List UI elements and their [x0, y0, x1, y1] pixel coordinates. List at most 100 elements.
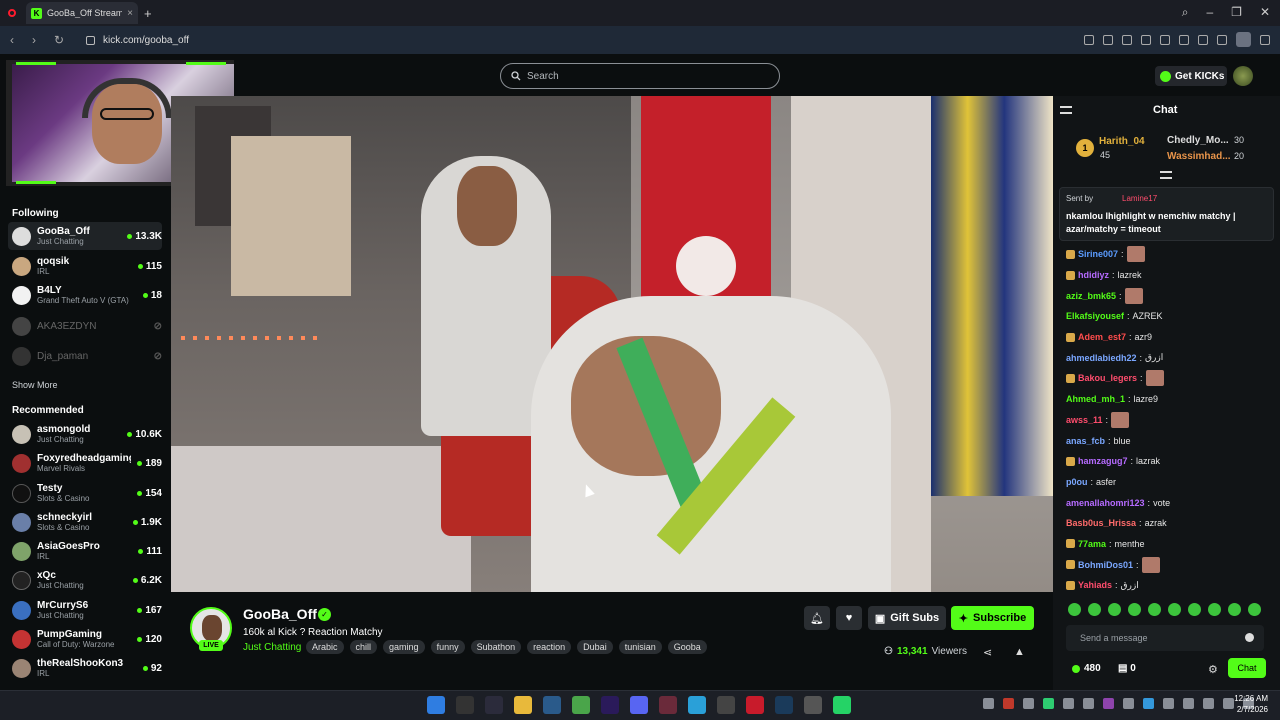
app-icon[interactable] — [543, 696, 561, 714]
sidebar-item-qoqsik[interactable]: qoqsik IRL 115 — [8, 252, 162, 280]
report-icon[interactable]: ▲ — [1014, 646, 1025, 658]
channel-points[interactable]: 480 — [1072, 663, 1101, 674]
steam-icon[interactable] — [775, 696, 793, 714]
emote-icon[interactable] — [1108, 603, 1121, 616]
file-explorer-icon[interactable] — [514, 696, 532, 714]
tray-icon[interactable] — [1103, 698, 1114, 709]
tag[interactable]: tunisian — [618, 640, 662, 654]
menu-icon[interactable] — [1217, 34, 1227, 45]
tag[interactable]: gaming — [383, 640, 425, 654]
chat-username[interactable]: hamzagug7 — [1078, 456, 1128, 466]
tray-icon[interactable] — [983, 698, 994, 709]
emote-icon[interactable] — [1088, 603, 1101, 616]
expand-leaderboard-icon[interactable] — [1160, 171, 1172, 179]
tray-icon[interactable] — [1083, 698, 1094, 709]
sidebar-item-mrcurrys6[interactable]: MrCurryS6 Just Chatting 167 — [8, 596, 162, 624]
chat-username[interactable]: Bakou_legers — [1078, 373, 1137, 383]
chat-username[interactable]: aziz_bmk65 — [1066, 291, 1116, 301]
url-field[interactable]: kick.com/gooba_off — [103, 35, 189, 46]
tag[interactable]: reaction — [527, 640, 572, 654]
sidebar-item-schneckyirl[interactable]: schneckyirl Slots & Casino 1.9K — [8, 508, 162, 536]
back-icon[interactable]: ‹ — [10, 33, 22, 47]
premiere-icon[interactable] — [601, 696, 619, 714]
pinned-user[interactable]: Lamine17 — [1122, 194, 1157, 203]
forward-icon[interactable]: › — [32, 33, 44, 47]
tray-icon[interactable] — [1023, 698, 1034, 709]
windows-start-icon[interactable] — [427, 696, 445, 714]
profile-avatar[interactable] — [1236, 32, 1251, 47]
box-count[interactable]: ▤ 0 — [1118, 663, 1136, 674]
send-chat-button[interactable]: Chat — [1228, 658, 1266, 678]
tag[interactable]: Arabic — [306, 640, 344, 654]
chat-username[interactable]: awss_11 — [1066, 415, 1103, 425]
opera-icon[interactable] — [746, 696, 764, 714]
sidebar-item-b4ly[interactable]: B4LY Grand Theft Auto V (GTA) 18 — [8, 281, 162, 309]
tray-icon[interactable] — [1183, 698, 1194, 709]
sidebar-item-testy[interactable]: Testy Slots & Casino 154 — [8, 479, 162, 507]
minimize-icon[interactable]: – — [1206, 5, 1213, 20]
reload-icon[interactable]: ↻ — [54, 33, 66, 47]
shield-icon[interactable] — [1122, 34, 1132, 45]
app-icon[interactable] — [659, 696, 677, 714]
chat-username[interactable]: 77ama — [1078, 539, 1106, 549]
app-icon[interactable] — [485, 696, 503, 714]
extension-icon[interactable] — [1141, 34, 1151, 45]
chat-username[interactable]: Yahiads — [1078, 580, 1112, 590]
browser-tab[interactable]: K GooBa_Off Stream - W × — [26, 2, 138, 24]
sidebar-item-dja-paman[interactable]: Dja_paman ⊘ — [8, 342, 162, 370]
emote-icon[interactable] — [1248, 603, 1261, 616]
edit-icon[interactable] — [1084, 34, 1094, 45]
emote-icon[interactable] — [1068, 603, 1081, 616]
heart-icon[interactable] — [1179, 34, 1189, 45]
emoji-picker-icon[interactable] — [1245, 633, 1254, 642]
tag[interactable]: funny — [430, 640, 465, 654]
subscribe-button[interactable]: ✦ Subscribe — [951, 606, 1034, 630]
gear-icon[interactable]: ⚙ — [1208, 663, 1218, 676]
system-clock[interactable]: 12:26 AM 2/7/2026 — [1230, 693, 1268, 715]
discord-icon[interactable] — [630, 696, 648, 714]
video-player[interactable] — [171, 96, 1053, 592]
tray-icon[interactable] — [1163, 698, 1174, 709]
chat-username[interactable]: BohmiDos01 — [1078, 560, 1133, 570]
download-icon[interactable] — [1198, 34, 1208, 45]
sidebar-item-gooba-off[interactable]: GooBa_Off Just Chatting 13.3K — [8, 222, 162, 250]
chat-username[interactable]: anas_fcb — [1066, 436, 1105, 446]
close-tab-icon[interactable]: × — [127, 8, 133, 19]
tag[interactable]: chill — [349, 640, 378, 654]
tag[interactable]: Gooba — [667, 640, 707, 654]
tray-icon[interactable] — [1203, 698, 1214, 709]
whatsapp-icon[interactable] — [833, 696, 851, 714]
tray-icon[interactable] — [1123, 698, 1134, 709]
opera-icon[interactable] — [8, 9, 16, 17]
tag[interactable]: Dubai — [577, 640, 613, 654]
chat-username[interactable]: Ahmed_mh_1 — [1066, 394, 1125, 404]
emote-icon[interactable] — [1228, 603, 1241, 616]
new-tab-icon[interactable]: + — [144, 6, 152, 21]
emote-icon[interactable] — [1148, 603, 1161, 616]
gift-subs-button[interactable]: ▣ Gift Subs — [868, 606, 946, 630]
app-icon[interactable] — [804, 696, 822, 714]
stream-category[interactable]: Just Chatting — [243, 642, 301, 653]
sidebar-item-foxyredheadgaming[interactable]: Foxyredheadgaming Marvel Rivals 189 — [8, 449, 162, 477]
tray-icon[interactable] — [1003, 698, 1014, 709]
leaderboard-name[interactable]: Harith_04 — [1099, 136, 1145, 147]
tray-icon[interactable] — [1143, 698, 1154, 709]
sidebar-item-asiagoespro[interactable]: AsiaGoesPro IRL 111 — [8, 537, 162, 565]
leaderboard-name[interactable]: Wassimhad... — [1167, 151, 1231, 162]
user-avatar[interactable] — [1233, 66, 1253, 86]
emote-icon[interactable] — [1168, 603, 1181, 616]
obs-icon[interactable] — [717, 696, 735, 714]
search-input[interactable]: Search — [500, 63, 780, 89]
chat-username[interactable]: ahmedlabiedh22 — [1066, 353, 1137, 363]
telegram-icon[interactable] — [688, 696, 706, 714]
sidebar-item-xqc[interactable]: xQc Just Chatting 6.2K — [8, 566, 162, 594]
notification-bell-button[interactable]: 🔔︎ — [804, 606, 830, 630]
follow-heart-button[interactable]: ♥ — [836, 606, 862, 630]
leaderboard-name[interactable]: Chedly_Mo... — [1167, 135, 1229, 146]
collapse-chat-icon[interactable] — [1060, 106, 1072, 114]
show-more-link[interactable]: Show More — [12, 380, 58, 390]
chat-input[interactable]: Send a message — [1066, 625, 1264, 651]
chat-username[interactable]: hdidiyz — [1078, 270, 1109, 280]
tray-icon[interactable] — [1063, 698, 1074, 709]
chat-username[interactable]: Sirine007 — [1078, 249, 1118, 259]
